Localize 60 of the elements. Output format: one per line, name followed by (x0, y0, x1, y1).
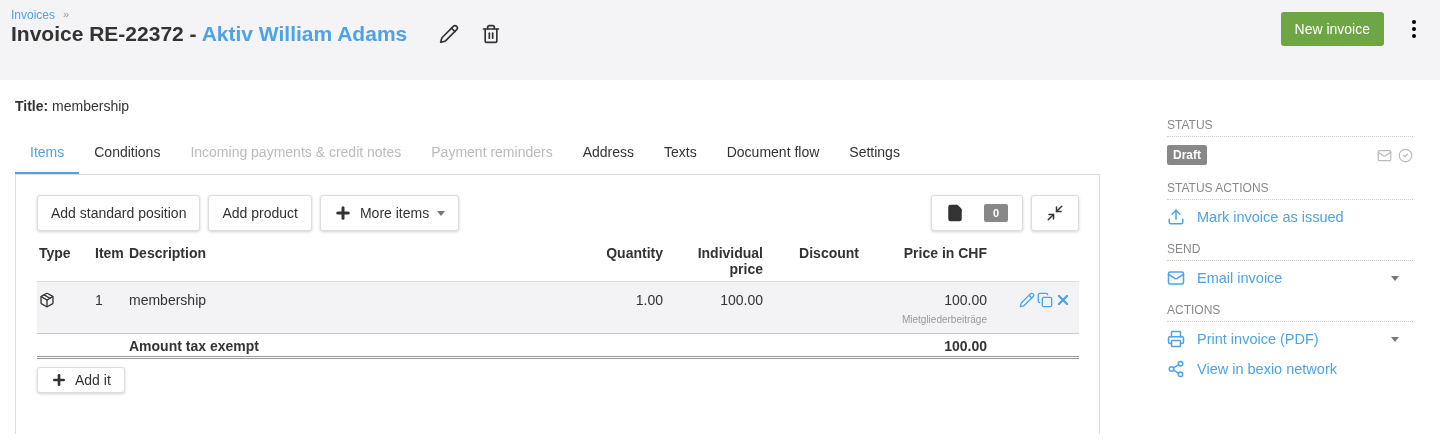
collapse-button[interactable] (1031, 195, 1079, 231)
status-badge: Draft (1167, 145, 1207, 165)
action-link[interactable]: Email invoice (1167, 269, 1283, 287)
column-header: Discount (798, 245, 860, 263)
table-cell-text: 100.00 (719, 292, 764, 310)
column-header: Description (128, 245, 207, 263)
account-label: Mietgliederbeiträge (900, 314, 987, 325)
check-icon (1398, 147, 1413, 163)
mail-icon (1377, 147, 1392, 163)
close-icon[interactable] (1055, 292, 1071, 308)
action-link[interactable]: View in bexio network (1167, 360, 1337, 378)
column-header: Price in CHF (902, 245, 988, 263)
breadcrumb-link[interactable]: Invoices (11, 8, 56, 22)
upload-icon (1167, 208, 1185, 226)
action-link[interactable]: Print invoice (PDF) (1167, 330, 1319, 348)
tab[interactable]: Items (15, 138, 80, 174)
collapse-icon (1046, 204, 1064, 222)
mail-icon (1167, 269, 1185, 287)
copy-icon[interactable] (1037, 292, 1053, 308)
file-icon (945, 204, 964, 222)
more-icon[interactable] (1412, 20, 1416, 38)
total-value: 100.00 (943, 338, 988, 354)
new-invoice-button[interactable]: New invoice (1280, 12, 1384, 46)
section-heading: ACTIONS (1167, 303, 1413, 322)
package-icon (39, 292, 55, 308)
table-cell-text: 100.00 (943, 292, 987, 308)
add-button[interactable]: Add standard position (37, 195, 201, 231)
tab[interactable]: Settings (834, 138, 915, 174)
plus-icon (333, 204, 352, 222)
add-item-button[interactable]: Add it (37, 367, 125, 393)
column-header: Type (38, 245, 72, 263)
tab[interactable]: Document flow (711, 138, 835, 174)
breadcrumb-separator: » (63, 8, 70, 22)
tab[interactable]: Address (567, 138, 650, 174)
page-title: Invoice RE-22372 - Aktiv William Adams (11, 22, 408, 46)
table-cell-text: 1.00 (634, 292, 664, 310)
title-field: Title: membership (15, 98, 1100, 114)
column-header: Individual price (696, 245, 764, 277)
total-label: Amount tax exempt (128, 338, 260, 354)
section-heading: STATUS (1167, 118, 1413, 137)
network-icon (1167, 360, 1185, 378)
tab[interactable]: Conditions (79, 138, 176, 174)
table-cell-text: 1 (94, 292, 104, 310)
caret-icon[interactable] (1391, 275, 1399, 281)
contact-link[interactable]: Aktiv William Adams (201, 22, 408, 45)
plus-icon (51, 372, 67, 388)
section-heading: STATUS ACTIONS (1167, 181, 1413, 200)
add-button[interactable]: Add product (208, 195, 312, 231)
column-header: Item (94, 245, 125, 263)
table-cell-text: membership (128, 292, 208, 310)
edit-icon[interactable] (439, 24, 460, 44)
column-header: Quantity (605, 245, 664, 263)
tab[interactable]: Texts (649, 138, 712, 174)
printer-icon (1167, 330, 1185, 348)
more-items-button[interactable]: More items (319, 195, 460, 231)
files-button[interactable]: 0 (930, 195, 1023, 231)
action-link[interactable]: Mark invoice as issued (1167, 208, 1344, 226)
caret-icon[interactable] (1391, 336, 1399, 342)
trash-icon[interactable] (481, 24, 502, 44)
section-heading: SEND (1167, 242, 1413, 261)
